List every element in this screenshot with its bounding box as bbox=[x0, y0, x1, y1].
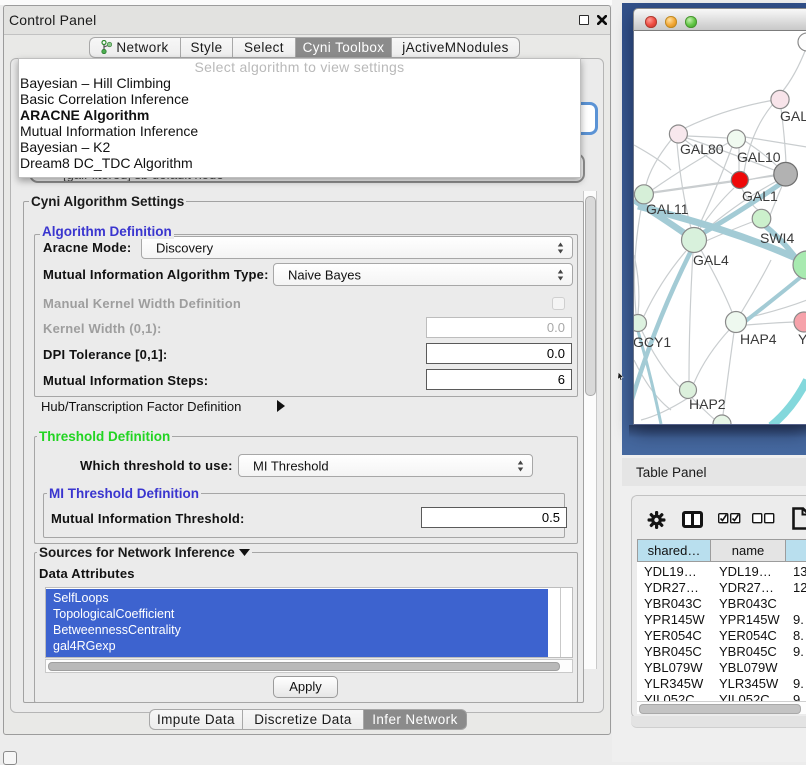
svg-text:HAP4: HAP4 bbox=[740, 331, 777, 347]
svg-text:HAP2: HAP2 bbox=[689, 396, 726, 412]
svg-text:GAL10: GAL10 bbox=[737, 149, 781, 165]
svg-text:GAL2: GAL2 bbox=[780, 108, 806, 124]
svg-text:GAL80: GAL80 bbox=[680, 141, 724, 157]
svg-text:GAL4: GAL4 bbox=[693, 252, 729, 268]
svg-text:SWI4: SWI4 bbox=[760, 230, 794, 246]
svg-text:GAL1: GAL1 bbox=[742, 188, 778, 204]
svg-text:YE: YE bbox=[798, 331, 806, 347]
svg-text:GCY1: GCY1 bbox=[634, 334, 671, 350]
svg-text:GAL11: GAL11 bbox=[646, 201, 689, 217]
